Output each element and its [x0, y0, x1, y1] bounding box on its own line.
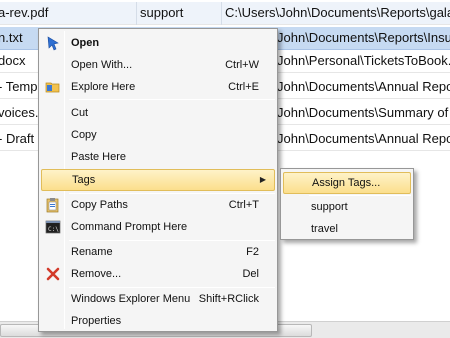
menu-item-label: Properties [71, 315, 122, 327]
file-path: John\Documents\Reports\Insu [277, 30, 450, 45]
menu-item-label: Copy Paths [71, 199, 128, 211]
file-path: John\Personal\TicketsToBook. [277, 53, 450, 68]
menu-item-shortcut: Ctrl+T [228, 199, 259, 211]
menu-item-copy-paths[interactable]: Copy Paths Ctrl+T [41, 194, 275, 216]
menu-item-label: Paste Here [71, 151, 127, 163]
menu-item-cut[interactable]: Cut [41, 102, 275, 124]
submenu-item-tag-support[interactable]: support [283, 196, 411, 218]
column-divider [136, 2, 137, 25]
menu-item-label: Command Prompt Here [71, 221, 188, 233]
file-tags: support [140, 5, 184, 20]
menu-item-label: Open [71, 37, 100, 49]
menu-item-shortcut: Shift+RClick [198, 293, 259, 305]
menu-item-explore-here[interactable]: Explore Here Ctrl+E [41, 76, 275, 98]
menu-separator [69, 99, 275, 100]
submenu-item-tag-travel[interactable]: travel [283, 218, 411, 240]
menu-item-open-with[interactable]: Open With... Ctrl+W [41, 54, 275, 76]
menu-item-label: Explore Here [71, 81, 136, 93]
menu-item-label: Remove... [71, 268, 122, 280]
file-name: a-rev.pdf [0, 5, 49, 20]
menu-item-remove[interactable]: Remove... Del [41, 263, 275, 285]
menu-item-label: Open With... [71, 59, 133, 71]
menu-item-shortcut: Ctrl+E [228, 81, 259, 93]
menu-item-label: Rename [71, 246, 113, 258]
menu-item-paste-here[interactable]: Paste Here [41, 146, 275, 168]
submenu-arrow-icon: ▶ [259, 175, 266, 184]
menu-item-label: Cut [71, 107, 89, 119]
column-divider [221, 2, 222, 25]
file-path: John\Documents\Summary of [277, 105, 449, 120]
submenu-item-assign-tags[interactable]: Assign Tags... [283, 172, 411, 194]
menu-item-copy[interactable]: Copy [41, 124, 275, 146]
svg-text:C:\: C:\ [48, 226, 59, 233]
menu-item-shortcut: Del [242, 268, 259, 280]
menu-item-windows-explorer-menu[interactable]: Windows Explorer Menu Shift+RClick [41, 288, 275, 310]
menu-item-rename[interactable]: Rename F2 [41, 241, 275, 263]
context-menu: Open Open With... Ctrl+W Explore Here Ct… [38, 28, 278, 332]
menu-item-properties[interactable]: Properties [41, 310, 275, 332]
menu-item-tags[interactable]: Tags ▶ [41, 169, 275, 191]
menu-item-label: Assign Tags... [312, 177, 381, 189]
menu-item-label: Windows Explorer Menu [71, 293, 191, 305]
menu-item-label: support [311, 201, 348, 213]
tags-submenu: Assign Tags... support travel [280, 168, 414, 240]
menu-item-shortcut: F2 [246, 246, 259, 258]
menu-item-label: Copy [71, 129, 97, 141]
menu-item-shortcut: Ctrl+W [225, 59, 259, 71]
folder-icon [45, 82, 60, 93]
menu-item-open[interactable]: Open [41, 32, 275, 54]
file-path: John\Documents\Annual Repo [277, 79, 450, 94]
file-path: C:\Users\John\Documents\Reports\gala [225, 5, 450, 20]
menu-item-label: travel [311, 223, 338, 235]
menu-item-label: Tags [72, 174, 96, 186]
open-arrow-icon [47, 36, 59, 51]
menu-item-command-prompt-here[interactable]: C:\ Command Prompt Here [41, 216, 275, 238]
red-x-icon [46, 267, 60, 281]
file-path: John\Documents\Annual Repo [277, 131, 450, 146]
command-prompt-icon: C:\ [45, 220, 61, 234]
file-row[interactable]: a-rev.pdf support C:\Users\John\Document… [0, 2, 450, 25]
clipboard-icon [46, 198, 59, 213]
